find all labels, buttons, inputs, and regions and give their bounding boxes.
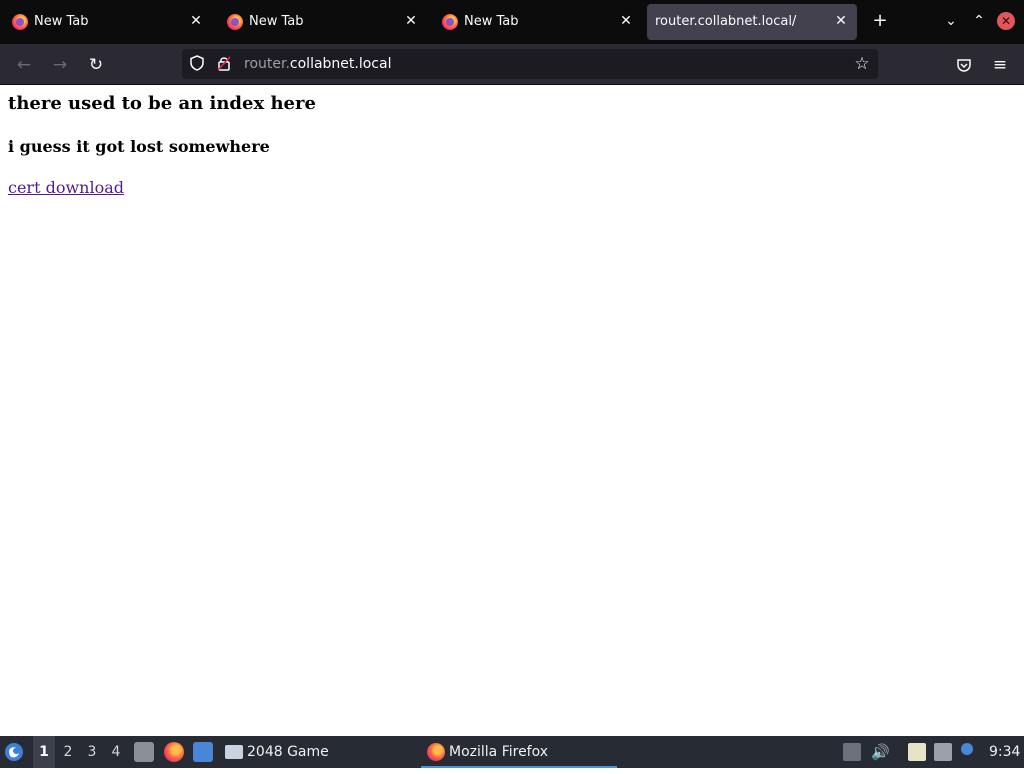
browser-tab[interactable]: New Tab ✕ (2, 4, 212, 40)
taskbar-clock[interactable]: 9:34 (989, 736, 1020, 768)
taskbar: 1 2 3 4 2048 Game Mozilla Firefox 🔊 9:34 (0, 736, 1024, 768)
firefox-icon (442, 14, 458, 30)
taskbar-task-2048-game[interactable]: 2048 Game (225, 736, 405, 768)
back-arrow-icon: ← (16, 55, 32, 75)
url-bar[interactable]: router.collabnet.local ☆ (182, 49, 878, 79)
browser-tab[interactable]: New Tab ✕ (432, 4, 642, 40)
close-icon: ✕ (1000, 14, 1012, 28)
firefox-icon (427, 743, 445, 761)
page-content: there used to be an index here i guess i… (0, 85, 1024, 736)
new-tab-button[interactable]: + (869, 10, 891, 32)
hamburger-menu-icon: ≡ (992, 55, 1008, 75)
forward-arrow-icon: → (52, 55, 68, 75)
url-text[interactable]: router.collabnet.local (244, 56, 391, 72)
chevron-up-icon: ⌃ (973, 13, 985, 29)
tab-title: New Tab (249, 14, 304, 29)
firefox-icon (227, 14, 243, 30)
close-icon[interactable]: ✕ (618, 13, 634, 29)
lock-icon[interactable] (215, 55, 233, 73)
chevron-down-icon: ⌄ (945, 13, 957, 29)
browser-tab[interactable]: New Tab ✕ (217, 4, 427, 40)
plus-icon: + (872, 10, 888, 31)
page-subheading: i guess it got lost somewhere (8, 137, 270, 156)
maximize-button[interactable]: ⌃ (968, 10, 990, 32)
tray-expand-icon[interactable] (843, 743, 861, 761)
clipboard-icon[interactable] (908, 743, 926, 761)
browser-tab-active[interactable]: router.collabnet.local/ ✕ (647, 4, 857, 40)
volume-icon[interactable]: 🔊 (871, 743, 890, 761)
page-heading: there used to be an index here (8, 93, 316, 114)
pocket-button[interactable] (951, 52, 977, 78)
workspace-4[interactable]: 4 (105, 736, 127, 768)
task-label: Mozilla Firefox (449, 744, 549, 760)
reload-button[interactable]: ↻ (83, 52, 109, 78)
tab-strip: New Tab ✕ New Tab ✕ New Tab ✕ router.col… (0, 0, 1024, 44)
network-icon[interactable] (934, 743, 952, 761)
close-icon[interactable]: ✕ (833, 13, 849, 29)
start-menu-button[interactable] (4, 736, 28, 768)
shield-icon[interactable] (188, 55, 206, 73)
tab-title: router.collabnet.local/ (655, 14, 797, 29)
window-icon (225, 745, 243, 759)
desktop-icon[interactable] (193, 742, 213, 762)
pocket-icon (957, 59, 971, 72)
reload-icon: ↻ (88, 55, 104, 75)
file-manager-icon[interactable] (134, 742, 154, 762)
firefox-icon[interactable] (164, 742, 184, 762)
tab-title: New Tab (34, 14, 89, 29)
star-icon[interactable]: ☆ (853, 55, 871, 73)
close-icon[interactable]: ✕ (403, 13, 419, 29)
workspace-1[interactable]: 1 (33, 736, 55, 768)
task-label: 2048 Game (247, 744, 329, 760)
workspace-3[interactable]: 3 (81, 736, 103, 768)
cert-download-link[interactable]: cert download (8, 178, 124, 197)
window-close-button[interactable]: ✕ (997, 12, 1015, 30)
firefox-icon (12, 14, 28, 30)
url-domain: collabnet.local (289, 56, 392, 72)
url-subdomain: router. (244, 56, 290, 72)
list-all-tabs-button[interactable]: ⌄ (940, 10, 962, 32)
notification-icon[interactable] (961, 743, 973, 755)
close-icon[interactable]: ✕ (188, 13, 204, 29)
distro-logo-icon (5, 743, 23, 761)
workspace-2[interactable]: 2 (57, 736, 79, 768)
navigation-toolbar: ← → ↻ router.collabnet.local ☆ ≡ (0, 44, 1024, 85)
back-button[interactable]: ← (11, 52, 37, 78)
taskbar-task-firefox[interactable]: Mozilla Firefox (421, 736, 617, 768)
forward-button[interactable]: → (47, 52, 73, 78)
app-menu-button[interactable]: ≡ (987, 52, 1013, 78)
tab-title: New Tab (464, 14, 519, 29)
